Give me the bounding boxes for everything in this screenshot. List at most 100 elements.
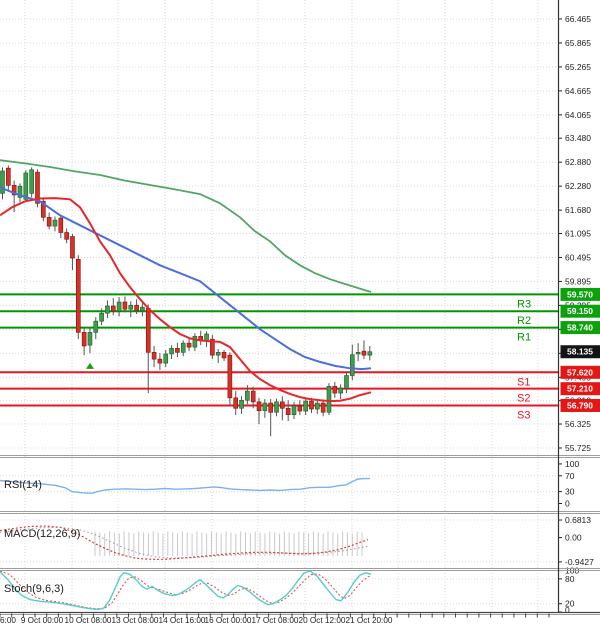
candle-body bbox=[315, 403, 319, 409]
price-badges: 59.57059.15058.74057.62057.21056.79058.1… bbox=[561, 288, 600, 412]
candle-body bbox=[82, 332, 86, 346]
support-label: S3 bbox=[517, 409, 530, 421]
candle-body bbox=[269, 403, 273, 412]
candle-body bbox=[321, 403, 325, 412]
rsi-layer bbox=[0, 479, 370, 494]
candle-body bbox=[228, 355, 232, 398]
candle-body bbox=[263, 403, 267, 411]
y-tick-label: 55.725 bbox=[565, 443, 591, 453]
candle-body bbox=[257, 402, 261, 411]
candle-body bbox=[275, 402, 279, 412]
candle-body bbox=[234, 398, 238, 408]
candle-body bbox=[362, 351, 366, 355]
trading-chart: 66.465 65.865 65.265 64.665 64.065 63.480 62.8… bbox=[0, 0, 600, 631]
candle-body bbox=[280, 402, 284, 408]
resistance-label: R3 bbox=[517, 298, 531, 310]
y-tick-label: 30 bbox=[565, 487, 575, 497]
candle-body bbox=[70, 236, 74, 258]
x-tick-label: 20 Oct 12:00 bbox=[299, 616, 346, 625]
badge-label: 58.135 bbox=[567, 347, 593, 357]
candle-body bbox=[170, 348, 174, 354]
macd-panel-label: MACD(12,26,9) bbox=[4, 528, 80, 540]
y-tick-label: 65.265 bbox=[565, 62, 591, 72]
pivot-levels: R3 R2 R1 S1 S2 S3 bbox=[0, 294, 558, 421]
candle-body bbox=[100, 313, 104, 321]
panel-separators bbox=[0, 456, 600, 571]
candle-body bbox=[368, 352, 372, 355]
badge-label: 56.790 bbox=[567, 400, 593, 410]
candle-body bbox=[94, 321, 98, 332]
candle-body bbox=[146, 308, 150, 352]
candle-body bbox=[356, 352, 360, 354]
rsi-axis-ticks: 100 70 300 bbox=[0, 459, 579, 509]
moving-averages bbox=[0, 160, 371, 401]
candle-body bbox=[350, 355, 354, 376]
x-tick-label: 16 Oct 00:00 bbox=[205, 616, 252, 625]
candle-body bbox=[187, 343, 191, 347]
candle-body bbox=[339, 388, 343, 393]
candle-body bbox=[216, 352, 220, 355]
candle-body bbox=[205, 334, 209, 340]
chart-canvas: 66.465 65.865 65.265 64.665 64.065 63.480 62.8… bbox=[0, 0, 600, 631]
resistance-label: R1 bbox=[517, 332, 531, 344]
y-tick-label: 0 bbox=[565, 498, 570, 508]
candle-body bbox=[292, 406, 296, 415]
support-label: S1 bbox=[517, 376, 530, 388]
y-tick-label: 63.480 bbox=[565, 133, 591, 143]
candle-body bbox=[59, 218, 63, 232]
y-tick-label: 100 bbox=[565, 459, 579, 469]
y-tick-label: 65.865 bbox=[565, 38, 591, 48]
candle-body bbox=[222, 352, 226, 358]
x-axis: 6:009 Oct 00:0010 Oct 08:0013 Oct 08:001… bbox=[0, 0, 600, 625]
candle-body bbox=[344, 376, 348, 389]
resistance-label: R2 bbox=[517, 315, 531, 327]
candle-body bbox=[53, 220, 57, 226]
candle-body bbox=[193, 336, 197, 347]
support-label: S2 bbox=[517, 393, 530, 405]
rsi-panel-label: RSI(14) bbox=[4, 479, 42, 491]
candle-body bbox=[286, 408, 290, 414]
badge-label: 59.570 bbox=[567, 289, 593, 299]
candle-body bbox=[24, 173, 28, 199]
x-tick-label: 14 Oct 16:00 bbox=[159, 616, 206, 625]
candle-body bbox=[30, 170, 34, 194]
ma-mid-blue-line bbox=[0, 187, 371, 369]
candle-body bbox=[47, 217, 51, 226]
y-tick-label: 80 bbox=[565, 574, 575, 584]
price-axis-ticks: 66.465 65.865 65.265 64.665 64.065 63.480 62.8… bbox=[0, 14, 591, 453]
candle-body bbox=[175, 348, 179, 352]
candle-body bbox=[88, 332, 92, 345]
candle-body bbox=[105, 306, 109, 313]
up-arrow-marker bbox=[86, 363, 94, 369]
candle-body bbox=[65, 232, 69, 239]
x-tick-label: 13 Oct 08:00 bbox=[112, 616, 159, 625]
candle-body bbox=[152, 352, 156, 359]
badge-label: 59.150 bbox=[567, 306, 593, 316]
y-tick-label: 0 bbox=[565, 605, 570, 615]
candle-body bbox=[76, 259, 80, 332]
candle-body bbox=[135, 305, 139, 311]
y-tick-label: 59.895 bbox=[565, 276, 591, 286]
y-tick-label: 70 bbox=[565, 471, 575, 481]
y-tick-label: 64.065 bbox=[565, 110, 591, 120]
x-tick-label: 10 Oct 08:00 bbox=[65, 616, 112, 625]
candle-body bbox=[245, 391, 249, 400]
y-tick-label: 56.325 bbox=[565, 419, 591, 429]
x-tick-label: 9 Oct 00:00 bbox=[21, 616, 64, 625]
vertical-gridlines bbox=[25, 0, 538, 612]
badge-label: 58.740 bbox=[567, 323, 593, 333]
candles-layer bbox=[1, 165, 372, 436]
rsi-line bbox=[0, 479, 370, 494]
y-tick-label: 66.465 bbox=[565, 14, 591, 24]
x-tick-label: 21 Oct 20:00 bbox=[346, 616, 393, 625]
y-tick-label: 0.00 bbox=[565, 533, 582, 543]
candle-body bbox=[6, 168, 10, 185]
y-tick-label: 64.665 bbox=[565, 86, 591, 96]
y-tick-label: 62.280 bbox=[565, 181, 591, 191]
y-tick-label: 61.680 bbox=[565, 205, 591, 215]
candle-body bbox=[309, 401, 313, 409]
y-tick-label: 0.6813 bbox=[565, 515, 591, 525]
y-tick-label: 62.880 bbox=[565, 157, 591, 167]
candle-body bbox=[240, 400, 244, 408]
candle-body bbox=[304, 401, 308, 411]
